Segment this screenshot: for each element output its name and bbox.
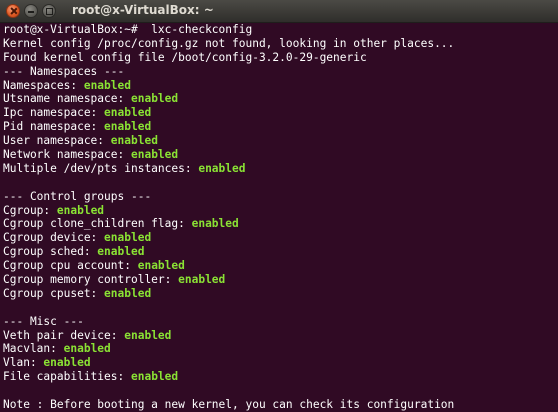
- terminal-line: Veth pair device: enabled: [3, 329, 555, 343]
- terminal-line: Macvlan: enabled: [3, 342, 555, 356]
- line-text: Cgroup clone_children flag:: [3, 217, 192, 231]
- line-text: Veth pair device:: [3, 328, 125, 342]
- status-value: enabled: [97, 245, 145, 259]
- terminal-line: Cgroup cpu account: enabled: [3, 259, 555, 273]
- status-value: enabled: [124, 328, 172, 342]
- status-value: enabled: [104, 286, 152, 300]
- line-text: Kernel config /proc/config.gz not found,…: [3, 36, 455, 50]
- line-text: Note : Before booting a new kernel, you …: [3, 398, 455, 412]
- terminal-line: Utsname namespace: enabled: [3, 92, 555, 106]
- status-value: enabled: [191, 217, 239, 231]
- line-text: Cgroup cpuset:: [3, 286, 105, 300]
- terminal-line: User namespace: enabled: [3, 134, 555, 148]
- line-text: User namespace:: [3, 134, 111, 148]
- status-value: enabled: [130, 92, 179, 106]
- line-text: Cgroup cpu account:: [3, 259, 138, 273]
- terminal-line: Cgroup cpuset: enabled: [3, 287, 555, 301]
- line-text: Namespaces:: [3, 78, 84, 92]
- status-value: enabled: [104, 106, 152, 120]
- terminal-output[interactable]: root@x-VirtualBox:~# lxc-checkconfig Kern…: [3, 23, 555, 412]
- terminal-line: Network namespace: enabled: [3, 148, 555, 162]
- line-text: --- Namespaces ---: [3, 64, 125, 78]
- line-text: Ipc namespace:: [3, 106, 105, 120]
- line-text: Found kernel config file /boot/config-3.…: [3, 50, 367, 64]
- terminal-line: --- Control groups ---: [3, 190, 555, 204]
- terminal-window: root@x-VirtualBox: ~ root@x-VirtualBox:~…: [0, 0, 558, 412]
- status-value: enabled: [110, 134, 158, 148]
- line-text: Network namespace:: [3, 148, 131, 162]
- status-value: enabled: [104, 120, 152, 134]
- terminal-line: Cgroup: enabled: [3, 204, 555, 218]
- terminal-line: Vlan: enabled: [3, 356, 555, 370]
- line-text: Vlan:: [3, 356, 44, 370]
- line-text: Utsname namespace:: [3, 92, 131, 106]
- line-text: --- Misc ---: [3, 314, 84, 328]
- line-text: Cgroup sched:: [3, 245, 98, 259]
- maximize-window-icon[interactable]: [42, 4, 56, 18]
- terminal-line: Note : Before booting a new kernel, you …: [3, 398, 555, 412]
- line-text: Pid namespace:: [3, 120, 105, 134]
- status-value: enabled: [104, 231, 152, 245]
- status-value: enabled: [130, 148, 179, 162]
- terminal-line: Cgroup device: enabled: [3, 231, 555, 245]
- terminal-line: Cgroup memory controller: enabled: [3, 273, 555, 287]
- close-window-icon[interactable]: [6, 4, 20, 18]
- title-bar[interactable]: root@x-VirtualBox: ~: [0, 0, 558, 23]
- status-value: enabled: [130, 370, 179, 384]
- terminal-line: Multiple /dev/pts instances: enabled: [3, 162, 555, 176]
- terminal-line: root@x-VirtualBox:~# lxc-checkconfig: [3, 23, 555, 37]
- status-value: enabled: [56, 203, 105, 217]
- line-text: Cgroup:: [3, 203, 57, 217]
- terminal-line: Kernel config /proc/config.gz not found,…: [3, 37, 555, 51]
- status-value: enabled: [63, 342, 111, 356]
- status-value: enabled: [83, 78, 131, 92]
- line-text: File capabilities:: [3, 370, 131, 384]
- minimize-window-icon[interactable]: [24, 4, 38, 18]
- line-text: root@x-VirtualBox:~# lxc-checkconfig: [3, 23, 253, 36]
- terminal-line: --- Namespaces ---: [3, 65, 555, 79]
- terminal-line: --- Misc ---: [3, 315, 555, 329]
- terminal-line: Found kernel config file /boot/config-3.…: [3, 51, 555, 65]
- status-value: enabled: [178, 273, 226, 287]
- line-text: Cgroup memory controller:: [3, 273, 179, 287]
- status-value: enabled: [198, 161, 246, 175]
- line-text: --- Control groups ---: [3, 189, 152, 203]
- terminal-line: Ipc namespace: enabled: [3, 106, 555, 120]
- line-text: Macvlan:: [3, 342, 64, 356]
- terminal-line: Namespaces: enabled: [3, 79, 555, 93]
- status-value: enabled: [137, 259, 185, 273]
- terminal-line: Pid namespace: enabled: [3, 120, 555, 134]
- terminal-line: Cgroup clone_children flag: enabled: [3, 217, 555, 231]
- terminal-line: Cgroup sched: enabled: [3, 245, 555, 259]
- terminal-line: File capabilities: enabled: [3, 370, 555, 384]
- window-title: root@x-VirtualBox: ~: [72, 3, 214, 17]
- line-text: Cgroup device:: [3, 231, 105, 245]
- line-text: Multiple /dev/pts instances:: [3, 161, 199, 175]
- status-value: enabled: [43, 356, 91, 370]
